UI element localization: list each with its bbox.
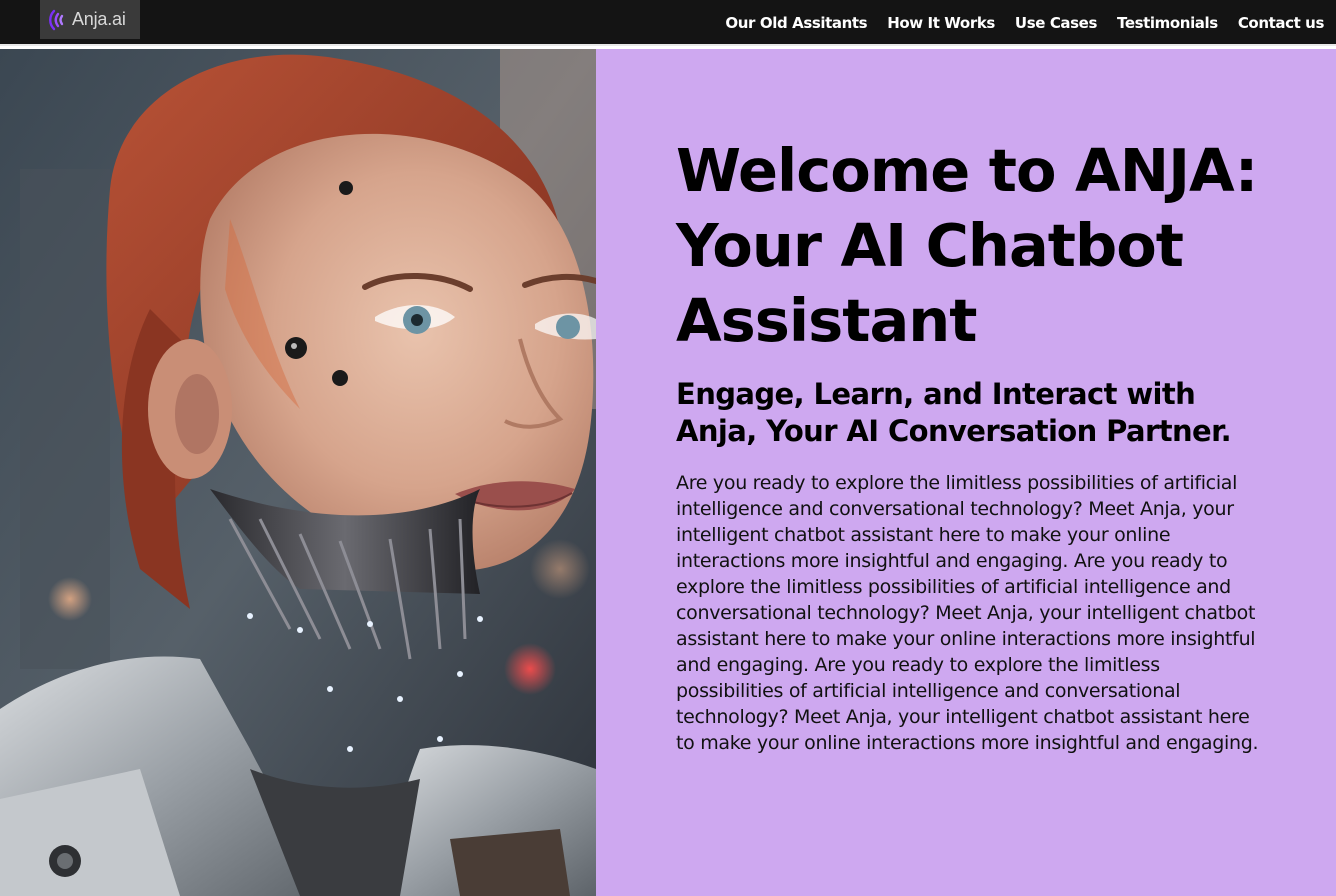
nav-link-testimonials[interactable]: Testimonials bbox=[1117, 14, 1218, 32]
hero-content-panel: Welcome to ANJA: Your AI Chatbot Assista… bbox=[596, 49, 1336, 896]
android-portrait-illustration bbox=[0, 49, 596, 896]
page-title: Welcome to ANJA: Your AI Chatbot Assista… bbox=[676, 136, 1258, 355]
hero-portrait-image bbox=[0, 49, 596, 896]
brand-name: Anja.ai bbox=[72, 9, 126, 29]
nav-link-how-it-works[interactable]: How It Works bbox=[887, 14, 995, 32]
top-navbar: Anja.ai Our Old Assitants How It Works U… bbox=[0, 0, 1336, 46]
intro-paragraph: Are you ready to explore the limitless p… bbox=[676, 472, 1259, 754]
page-subtitle: Engage, Learn, and Interact with Anja, Y… bbox=[676, 377, 1232, 448]
brand-logo[interactable]: Anja.ai bbox=[40, 0, 140, 39]
sound-wave-logo-icon bbox=[49, 9, 64, 30]
main-nav: Our Old Assitants How It Works Use Cases… bbox=[725, 0, 1324, 46]
nav-link-old-assistants[interactable]: Our Old Assitants bbox=[725, 14, 867, 32]
nav-link-use-cases[interactable]: Use Cases bbox=[1015, 14, 1097, 32]
nav-link-contact[interactable]: Contact us bbox=[1238, 14, 1325, 32]
